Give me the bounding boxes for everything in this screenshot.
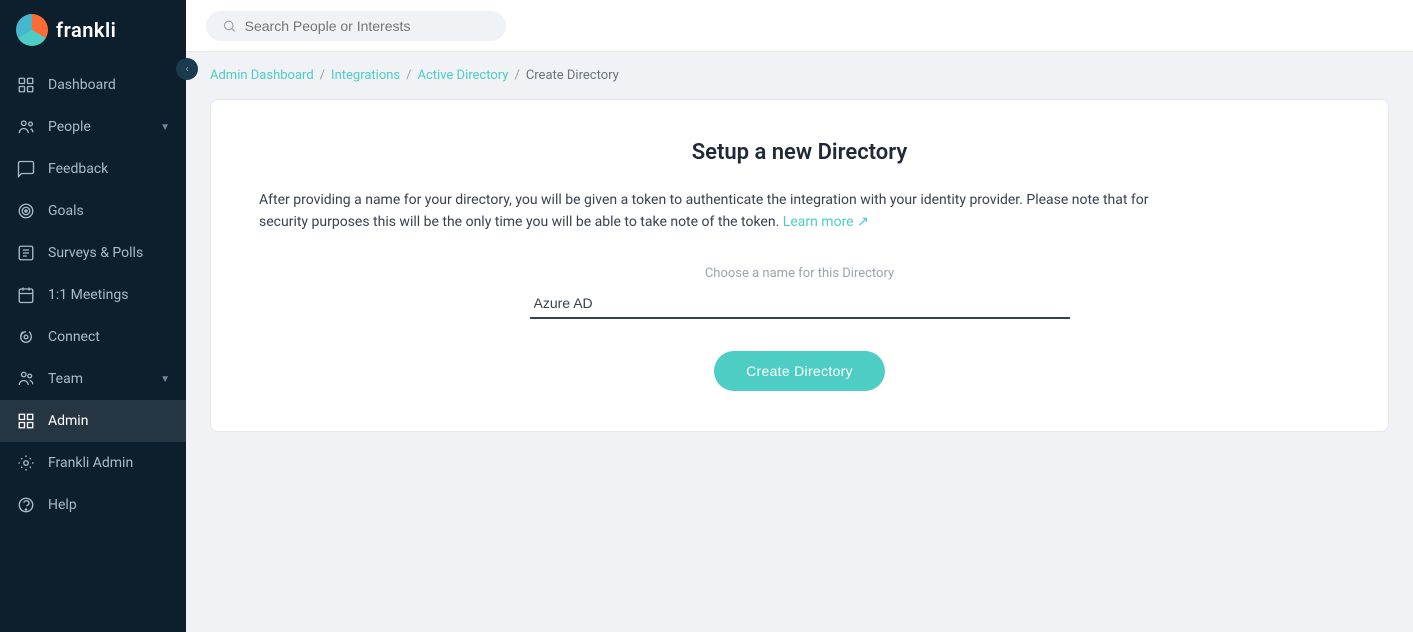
breadcrumb: Admin Dashboard / Integrations / Active …	[210, 68, 1389, 83]
sidebar-item-frankli-admin[interactable]: Frankli Admin	[0, 442, 186, 484]
search-box[interactable]	[206, 11, 506, 41]
sidebar-item-people[interactable]: People ▼	[0, 106, 186, 148]
sidebar-item-label: Surveys & Polls	[48, 245, 143, 261]
sidebar-item-label: Connect	[48, 329, 100, 345]
sidebar-item-help[interactable]: Help	[0, 484, 186, 526]
breadcrumb-integrations[interactable]: Integrations	[331, 68, 400, 83]
meetings-icon	[16, 285, 36, 305]
external-link-icon: ↗	[857, 214, 869, 230]
sidebar-item-admin[interactable]: Admin	[0, 400, 186, 442]
directory-name-input[interactable]	[530, 289, 1070, 319]
main-content: Admin Dashboard / Integrations / Active …	[186, 0, 1413, 632]
breadcrumb-separator-3: /	[514, 68, 519, 83]
sidebar-item-label: Help	[48, 497, 77, 513]
sidebar-item-connect[interactable]: Connect	[0, 316, 186, 358]
connect-icon	[16, 327, 36, 347]
admin-icon	[16, 411, 36, 431]
learn-more-link[interactable]: Learn more ↗	[783, 214, 869, 230]
dashboard-icon	[16, 75, 36, 95]
sidebar-item-team[interactable]: Team ▼	[0, 358, 186, 400]
sidebar-item-label: 1:1 Meetings	[48, 287, 128, 303]
chevron-down-icon: ▼	[160, 374, 170, 385]
feedback-icon	[16, 159, 36, 179]
sidebar-nav: Dashboard People ▼ Feedback Goals	[0, 60, 186, 632]
breadcrumb-active-directory[interactable]: Active Directory	[418, 68, 509, 83]
directory-name-field: Choose a name for this Directory	[259, 266, 1340, 319]
topbar	[186, 0, 1413, 52]
page-title: Setup a new Directory	[259, 140, 1340, 165]
frankli-admin-icon	[16, 453, 36, 473]
sidebar-item-label: Dashboard	[48, 77, 116, 93]
create-directory-button[interactable]: Create Directory	[714, 351, 885, 391]
sidebar-item-feedback[interactable]: Feedback	[0, 148, 186, 190]
sidebar-item-label: Frankli Admin	[48, 455, 133, 471]
sidebar-item-label: People	[48, 119, 91, 135]
setup-card: Setup a new Directory After providing a …	[210, 99, 1389, 432]
people-icon	[16, 117, 36, 137]
sidebar-item-surveys[interactable]: Surveys & Polls	[0, 232, 186, 274]
breadcrumb-create-directory: Create Directory	[526, 68, 619, 83]
surveys-icon	[16, 243, 36, 263]
input-wrapper	[259, 289, 1340, 319]
page-description: After providing a name for your director…	[259, 189, 1159, 234]
sidebar-item-dashboard[interactable]: Dashboard	[0, 64, 186, 106]
search-input[interactable]	[245, 18, 490, 34]
content-area: Admin Dashboard / Integrations / Active …	[186, 52, 1413, 632]
logo-text: frankli	[56, 18, 116, 42]
goals-icon	[16, 201, 36, 221]
team-icon	[16, 369, 36, 389]
sidebar-item-label: Admin	[48, 413, 88, 429]
sidebar-collapse-button[interactable]: ‹	[176, 58, 198, 80]
form-actions: Create Directory	[259, 351, 1340, 391]
sidebar-item-label: Feedback	[48, 161, 108, 177]
breadcrumb-separator-1: /	[320, 68, 325, 83]
breadcrumb-admin-dashboard[interactable]: Admin Dashboard	[210, 68, 314, 83]
sidebar-item-meetings[interactable]: 1:1 Meetings	[0, 274, 186, 316]
logo-icon	[16, 14, 48, 46]
directory-name-label: Choose a name for this Directory	[259, 266, 1340, 281]
logo: frankli	[0, 0, 186, 60]
sidebar: frankli ‹ Dashboard People ▼ Feedback	[0, 0, 186, 632]
search-icon	[222, 18, 237, 34]
sidebar-item-label: Team	[48, 371, 83, 387]
breadcrumb-separator-2: /	[406, 68, 411, 83]
sidebar-item-goals[interactable]: Goals	[0, 190, 186, 232]
chevron-down-icon: ▼	[160, 122, 170, 133]
help-icon	[16, 495, 36, 515]
sidebar-item-label: Goals	[48, 203, 84, 219]
